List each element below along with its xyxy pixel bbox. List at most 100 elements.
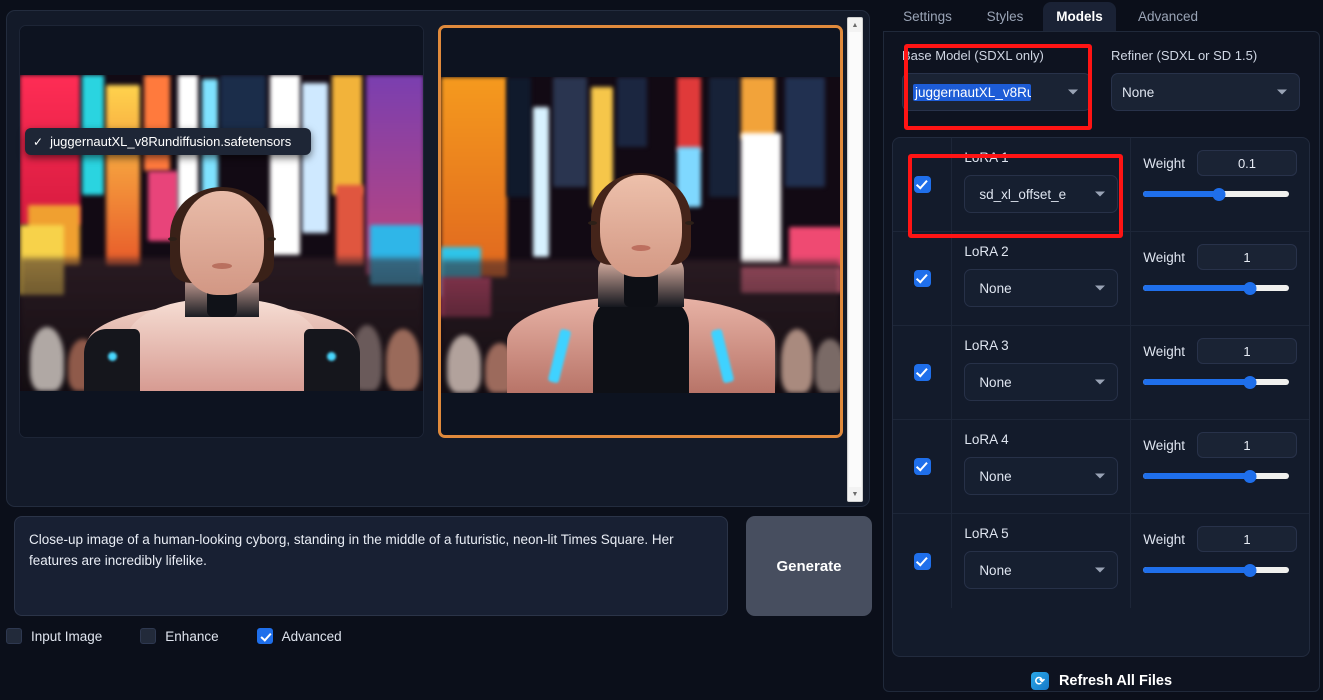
lora-4-weight-cell: Weight 1 — [1131, 420, 1309, 513]
lora-5-weight-slider[interactable] — [1143, 566, 1289, 574]
refresh-all-files-button[interactable]: ⟳ Refresh All Files — [884, 672, 1319, 690]
right-panel: Settings Styles Models Advanced Base Mod… — [880, 0, 1323, 700]
model-selectors-grid: Base Model (SDXL only) juggernautXL_v8Ru… — [892, 40, 1310, 133]
lora-5-weight-head: Weight 1 — [1143, 526, 1297, 552]
lora-4-weight-head: Weight 1 — [1143, 432, 1297, 458]
input-image-label: Input Image — [31, 629, 102, 644]
check-icon: ✓ — [33, 135, 43, 149]
gallery-image-2[interactable] — [438, 25, 843, 438]
gallery-image-1-frame — [20, 26, 423, 437]
tab-advanced[interactable]: Advanced — [1123, 2, 1213, 31]
refresh-icon: ⟳ — [1031, 672, 1049, 690]
enhance-label: Enhance — [165, 629, 218, 644]
lora-3-weight-slider[interactable] — [1143, 378, 1289, 386]
lora-row-1: LoRA 1 sd_xl_offset_e Weight 0.1 — [893, 138, 1309, 232]
lora-1-weight-slider[interactable] — [1143, 190, 1289, 198]
lora-3-checkbox[interactable] — [914, 364, 931, 381]
refiner-label: Refiner (SDXL or SD 1.5) — [1111, 48, 1300, 63]
lora-3-weight-input[interactable]: 1 — [1197, 338, 1297, 364]
scroll-down-arrow[interactable]: ▼ — [848, 487, 862, 501]
slider-knob[interactable] — [1213, 188, 1226, 201]
lora-1-title: LoRA 1 — [964, 150, 1118, 165]
tab-bar: Settings Styles Models Advanced — [880, 0, 1323, 31]
advanced-label: Advanced — [282, 629, 342, 644]
gallery-image-2-frame — [441, 28, 840, 435]
checkbox-input-image[interactable]: Input Image — [6, 628, 102, 644]
lora-1-checkbox[interactable] — [914, 176, 931, 193]
lora-5-model-select[interactable]: None — [964, 551, 1118, 589]
lora-4-model-select[interactable]: None — [964, 457, 1118, 495]
lora-1-model-select[interactable]: sd_xl_offset_e — [964, 175, 1118, 213]
slider-knob[interactable] — [1243, 564, 1256, 577]
lora-4-checkbox[interactable] — [914, 458, 931, 475]
refiner-select[interactable]: None — [1111, 73, 1300, 111]
lora-2-name-cell: LoRA 2 None — [952, 232, 1131, 325]
tab-models[interactable]: Models — [1043, 2, 1116, 31]
lora-2-weight-head: Weight 1 — [1143, 244, 1297, 270]
generate-button[interactable]: Generate — [746, 516, 872, 616]
prompt-input[interactable]: Close-up image of a human-looking cyborg… — [14, 516, 728, 616]
lora-2-weight-slider[interactable] — [1143, 284, 1289, 292]
lora-2-checkbox[interactable] — [914, 270, 931, 287]
slider-fill — [1143, 379, 1250, 385]
gallery-image-1-canvas — [20, 75, 423, 391]
lora-1-weight-head: Weight 0.1 — [1143, 150, 1297, 176]
lora-3-weight-head: Weight 1 — [1143, 338, 1297, 364]
lora-3-enable-cell[interactable] — [893, 326, 952, 419]
lora-2-weight-input[interactable]: 1 — [1197, 244, 1297, 270]
scrollbar-thumb[interactable] — [849, 32, 861, 487]
scroll-up-arrow[interactable]: ▲ — [848, 18, 862, 32]
lora-5-weight-label: Weight — [1143, 532, 1185, 547]
lora-1-weight-input[interactable]: 0.1 — [1197, 150, 1297, 176]
slider-fill — [1143, 191, 1219, 197]
chevron-down-icon — [1095, 568, 1105, 573]
prompt-resize-handle[interactable] — [715, 603, 724, 612]
lora-5-checkbox[interactable] — [914, 553, 931, 570]
chevron-down-icon — [1095, 474, 1105, 479]
gallery-vertical-scrollbar[interactable]: ▲ ▼ — [847, 17, 863, 502]
models-panel-body: Base Model (SDXL only) juggernautXL_v8Ru… — [883, 31, 1320, 692]
lora-5-weight-input[interactable]: 1 — [1197, 526, 1297, 552]
advanced-checkbox-box[interactable] — [257, 628, 273, 644]
gallery-image-1[interactable] — [19, 25, 424, 438]
checkbox-advanced[interactable]: Advanced — [257, 628, 342, 644]
options-checkbox-row: Input Image Enhance Advanced — [6, 628, 380, 644]
lora-2-title: LoRA 2 — [964, 244, 1118, 259]
prompt-text: Close-up image of a human-looking cyborg… — [29, 529, 711, 571]
lora-3-model-select[interactable]: None — [964, 363, 1118, 401]
image-gallery-panel: ▲ ▼ — [6, 10, 870, 507]
base-model-value: juggernautXL_v8Ru — [913, 84, 1031, 101]
tab-styles[interactable]: Styles — [973, 2, 1037, 31]
lora-2-weight-label: Weight — [1143, 250, 1185, 265]
app-window: ▲ ▼ Close-up image of a human-looking cy… — [0, 0, 1323, 700]
gallery-image-2-canvas — [441, 77, 840, 393]
lora-1-weight-label: Weight — [1143, 156, 1185, 171]
lora-5-weight-cell: Weight 1 — [1131, 514, 1309, 608]
lora-2-model-select[interactable]: None — [964, 269, 1118, 307]
chevron-down-icon — [1068, 90, 1078, 95]
base-model-select[interactable]: juggernautXL_v8Ru — [902, 73, 1091, 111]
enhance-checkbox-box[interactable] — [140, 628, 156, 644]
input-image-checkbox-box[interactable] — [6, 628, 22, 644]
slider-knob[interactable] — [1243, 282, 1256, 295]
lora-2-enable-cell[interactable] — [893, 232, 952, 325]
lora-4-weight-input[interactable]: 1 — [1197, 432, 1297, 458]
tab-settings[interactable]: Settings — [889, 2, 966, 31]
slider-knob[interactable] — [1243, 376, 1256, 389]
lora-5-enable-cell[interactable] — [893, 514, 952, 608]
checkbox-enhance[interactable]: Enhance — [140, 628, 218, 644]
lora-row-3: LoRA 3 None Weight 1 — [893, 326, 1309, 420]
slider-fill — [1143, 567, 1250, 573]
lora-4-enable-cell[interactable] — [893, 420, 952, 513]
lora-4-model-value: None — [979, 469, 1011, 484]
lora-4-weight-slider[interactable] — [1143, 472, 1289, 480]
base-model-dropdown-option[interactable]: ✓ juggernautXL_v8Rundiffusion.safetensor… — [25, 128, 311, 155]
lora-5-model-value: None — [979, 563, 1011, 578]
lora-1-enable-cell[interactable] — [893, 138, 952, 231]
base-model-dropdown-option-label: juggernautXL_v8Rundiffusion.safetensors — [50, 134, 291, 149]
base-model-label: Base Model (SDXL only) — [902, 48, 1091, 63]
slider-knob[interactable] — [1243, 470, 1256, 483]
chevron-down-icon — [1277, 90, 1287, 95]
lora-4-weight-label: Weight — [1143, 438, 1185, 453]
lora-2-weight-cell: Weight 1 — [1131, 232, 1309, 325]
